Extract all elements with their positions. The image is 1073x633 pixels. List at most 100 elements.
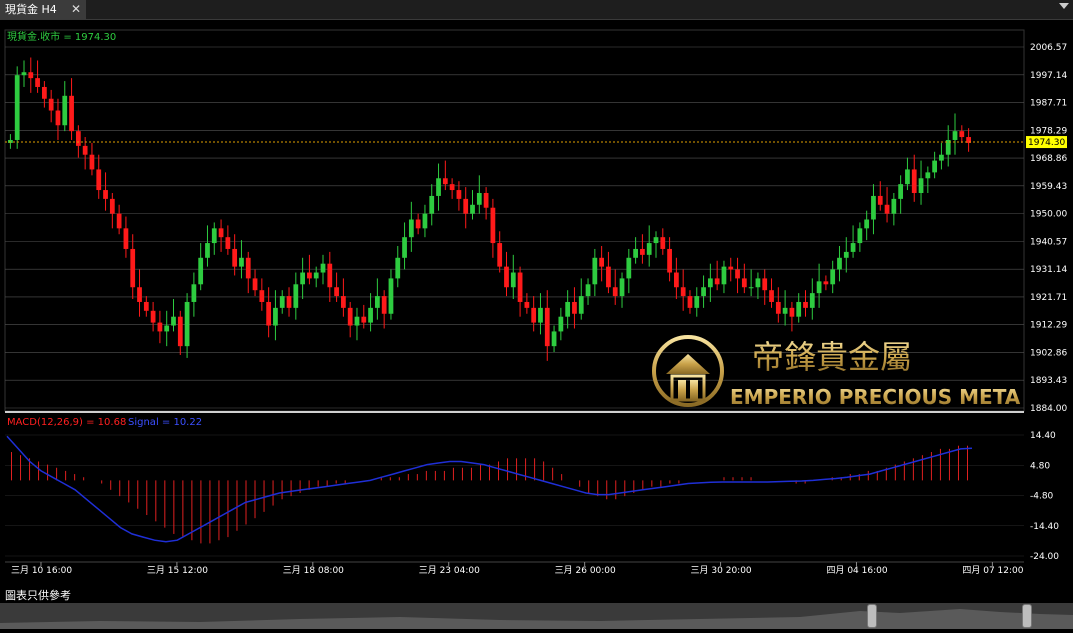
candle-body	[286, 296, 292, 308]
candle-body	[517, 272, 523, 302]
candle-body	[225, 237, 231, 249]
candle-body	[69, 95, 74, 132]
y-tick-label: 1912.29	[1030, 321, 1067, 331]
candle-body	[463, 198, 469, 214]
candle-body	[925, 172, 931, 179]
candle-body	[510, 272, 516, 288]
navigator-right-handle[interactable]	[1022, 604, 1032, 628]
candle-body	[789, 307, 795, 317]
candle-body	[252, 278, 258, 291]
candle-body	[762, 278, 768, 291]
y-tick-label: -14.40	[1030, 522, 1059, 532]
y-tick-label: 1902.86	[1030, 348, 1067, 358]
candle-body	[130, 248, 136, 288]
candle-body	[75, 131, 81, 146]
candle-body	[490, 207, 496, 244]
y-tick-label: 1940.57	[1030, 237, 1067, 247]
candle-body	[504, 266, 509, 288]
watermark-logo: 帝鋒貴金屬 EMPERIO PRECIOUS METALS	[652, 335, 1022, 409]
macd-legend: MACD(12,26,9) = 10.68	[7, 417, 126, 428]
candle-body	[775, 301, 781, 314]
candle-body	[837, 257, 842, 270]
candle-body	[864, 219, 870, 229]
candle-body	[408, 219, 414, 238]
candle-body	[55, 110, 61, 126]
candle-body	[952, 131, 958, 140]
navigator-strip[interactable]	[0, 603, 1073, 629]
candle-body	[626, 257, 632, 279]
x-tick-label: 三月 30 20:00	[691, 565, 752, 576]
chart-svg[interactable]: 2006.57 1997.14 1987.71 1978.29 1968.86 1959.…	[0, 21, 1073, 586]
candle-body	[667, 248, 672, 273]
candle-body	[585, 284, 591, 297]
candle-body	[436, 178, 441, 196]
candle-body	[245, 257, 251, 279]
candle-body	[82, 145, 88, 155]
candle-body	[327, 263, 333, 288]
candle-body	[674, 272, 679, 288]
candle-body	[184, 301, 190, 347]
candle-body	[898, 184, 904, 199]
candle-body	[606, 266, 611, 288]
tab-xau-h4[interactable]: 現貨金 H4 ✕	[0, 0, 86, 19]
candle-body	[374, 296, 380, 308]
candle-body	[714, 278, 720, 285]
navigator-left-handle[interactable]	[867, 604, 877, 628]
candle-body	[809, 293, 815, 308]
candle-body	[307, 272, 312, 279]
y-tick-label: 1959.43	[1030, 182, 1067, 192]
candle-body	[279, 296, 285, 308]
candle-body	[755, 278, 761, 288]
candle-body	[429, 195, 435, 214]
candle-body	[830, 269, 836, 285]
candle-body	[660, 237, 666, 249]
y-tick-label: -4.80	[1030, 492, 1054, 502]
y-tick-label: 2006.57	[1030, 43, 1067, 53]
chart-disclaimer: 圖表只供參考	[5, 589, 71, 602]
candle-body	[843, 251, 849, 258]
candle-body	[796, 301, 802, 317]
candle-body	[687, 296, 693, 308]
candle-body	[544, 307, 550, 347]
candle-body	[470, 204, 475, 214]
candle-body	[483, 192, 489, 208]
candle-body	[150, 310, 156, 323]
macd-grid	[5, 434, 1024, 557]
candle-body	[877, 195, 883, 205]
y-tick-label: 1997.14	[1030, 71, 1067, 81]
candle-body	[694, 296, 700, 308]
candle-body	[266, 301, 272, 326]
y-tick-label: 4.80	[1030, 461, 1050, 471]
y-tick-label: 14.40	[1030, 431, 1056, 441]
candle-body	[368, 307, 373, 323]
candle-body	[640, 248, 645, 255]
candle-body	[884, 204, 890, 214]
watermark-chinese: 帝鋒貴金屬	[752, 338, 912, 376]
close-icon[interactable]: ✕	[69, 0, 83, 19]
x-tick-label: 三月 23 04:00	[419, 565, 480, 576]
candle-body	[612, 287, 618, 297]
candle-body	[14, 75, 20, 140]
candle-body	[816, 281, 822, 294]
candle-body	[476, 192, 482, 205]
candle-body	[857, 228, 863, 244]
candle-body	[48, 98, 54, 111]
y-tick-label: 1968.86	[1030, 154, 1067, 164]
x-axis: 三月 10 16:00 三月 15 12:00 三月 18 08:00 三月 23 0…	[11, 562, 1024, 576]
candle-body	[143, 301, 149, 311]
chevron-down-icon[interactable]	[1059, 3, 1069, 9]
macd-histogram	[11, 445, 968, 544]
candle-body	[41, 86, 47, 99]
candle-body	[354, 316, 360, 326]
chart-frame: 2006.57 1997.14 1987.71 1978.29 1968.86 1959.…	[0, 21, 1073, 586]
candle-body	[572, 301, 577, 314]
candle-body	[558, 316, 564, 332]
signal-legend: Signal = 10.22	[128, 417, 202, 428]
candle-body	[619, 278, 625, 297]
candle-body	[320, 263, 326, 273]
candle-body	[932, 160, 938, 173]
y-tick-label: 1893.43	[1030, 376, 1067, 386]
candle-body	[538, 307, 543, 323]
candle-body	[395, 257, 401, 279]
candle-body	[381, 296, 387, 314]
